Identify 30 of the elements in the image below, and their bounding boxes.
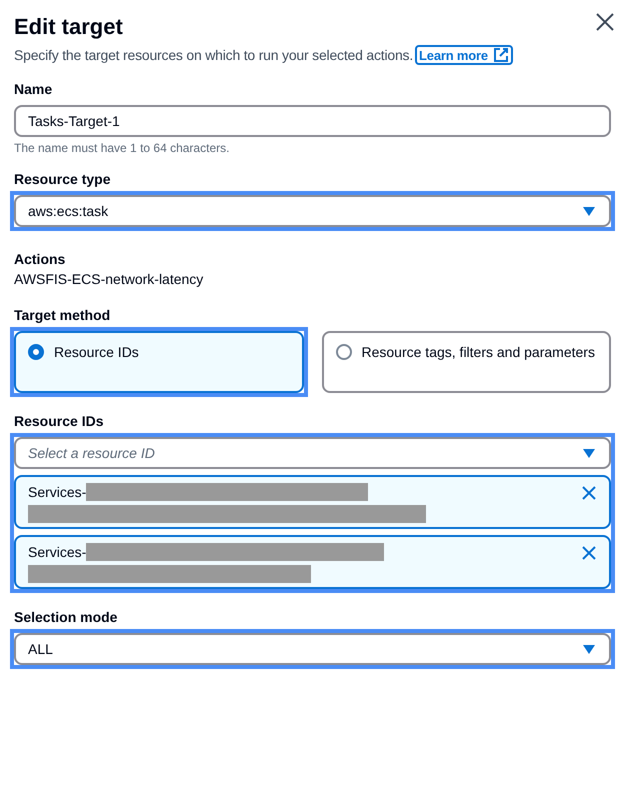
selection-mode-select[interactable]: ALL (14, 633, 611, 665)
learn-more-link[interactable]: Learn more (415, 45, 513, 65)
close-icon[interactable] (595, 12, 615, 32)
radio-tile[interactable]: Resource IDs (14, 331, 304, 393)
resource-id-select[interactable]: Select a resource ID (14, 437, 611, 469)
field-label: Target method (13, 307, 112, 323)
field-label: Selection mode (13, 609, 118, 625)
actions-value: AWSFIS-ECS-network-latency (13, 271, 204, 287)
token-label: Services- (28, 484, 86, 500)
external-link-icon (492, 47, 509, 63)
field-label: Actions (13, 251, 66, 267)
radio-label: Resource tags, filters and parameters (362, 343, 595, 362)
remove-icon[interactable] (581, 545, 597, 561)
panel-description: Specify the target resources on which to run your selected actions. (14, 47, 414, 63)
field-label: Name (13, 81, 54, 97)
caret-icon (583, 206, 595, 216)
radio-label: Resource IDs (54, 343, 139, 362)
caret-icon (583, 644, 595, 654)
field-hint: The name must have 1 to 64 characters. (13, 141, 230, 155)
name-input[interactable]: Tasks-Target-1 (14, 105, 611, 137)
panel-title: Edit target (14, 14, 123, 40)
field-label: Resource IDs (13, 413, 104, 429)
field-label: Resource type (13, 171, 112, 187)
resource-type-select[interactable]: aws:ecs:task (14, 195, 611, 227)
token-label: Services- (28, 544, 86, 560)
remove-icon[interactable] (581, 485, 597, 501)
radio-tile[interactable]: Resource tags, filters and parameters (322, 331, 611, 393)
caret-icon (583, 448, 595, 458)
radio-button[interactable] (28, 344, 44, 360)
radio-button[interactable] (336, 344, 352, 360)
